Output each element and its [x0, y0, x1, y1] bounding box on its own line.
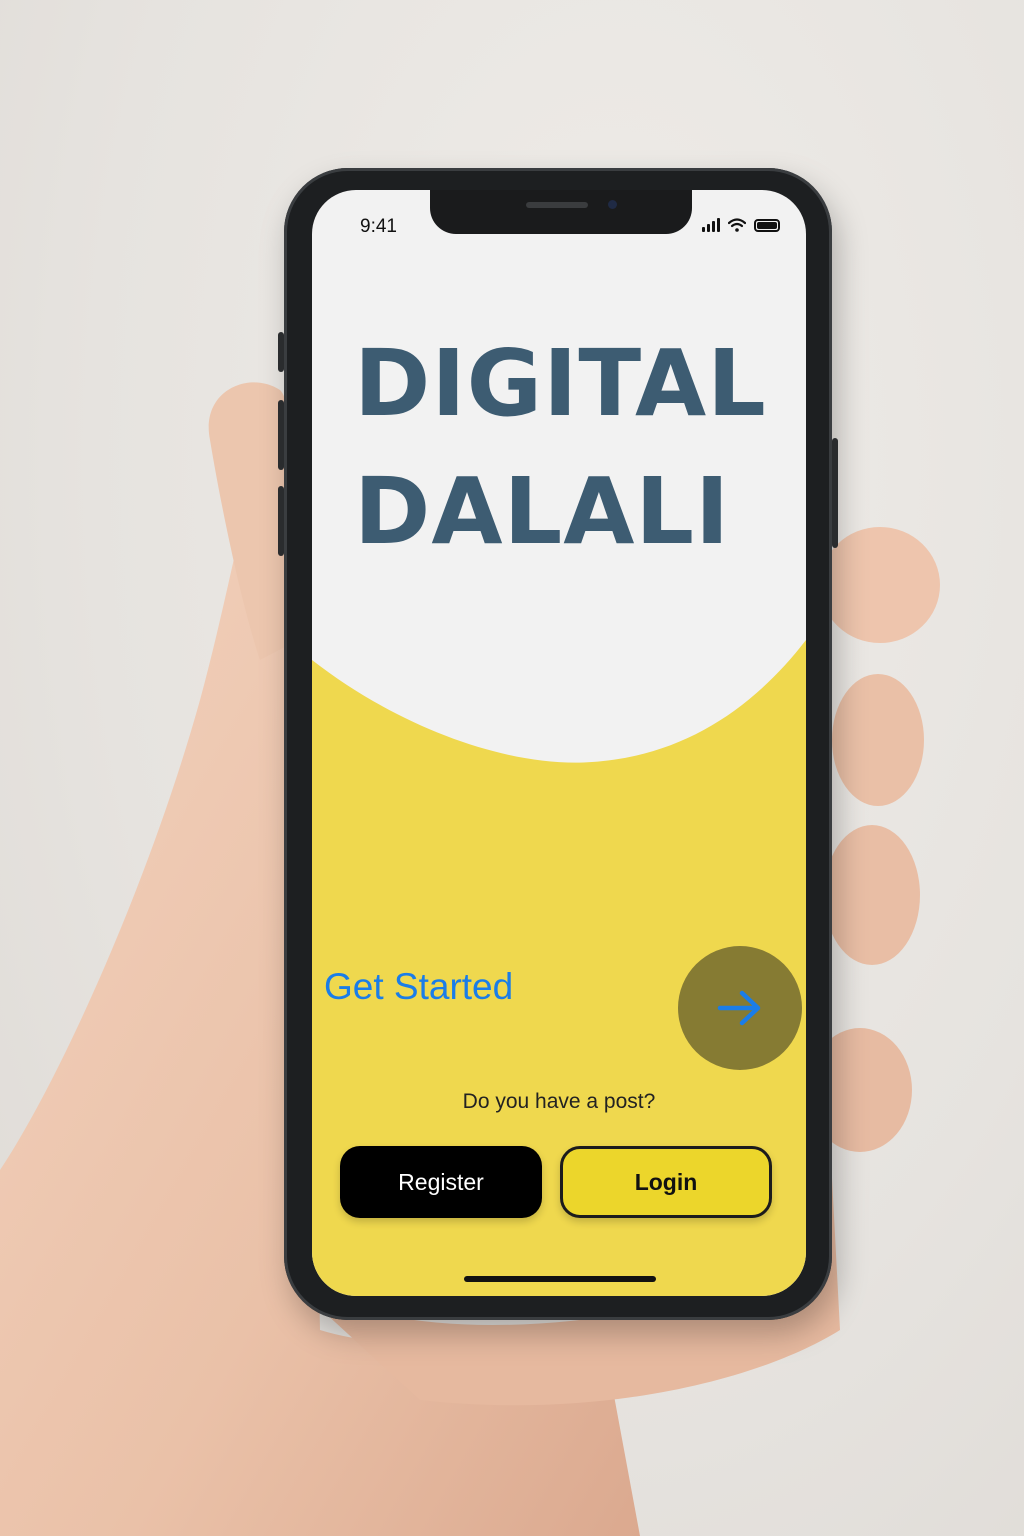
app-title: DIGITAL DALALI — [354, 320, 767, 576]
volume-down-button — [278, 486, 284, 556]
arrow-right-icon — [717, 990, 761, 1026]
volume-up-button — [278, 400, 284, 470]
mute-switch — [278, 332, 284, 372]
post-question-text: Do you have a post? — [462, 1090, 656, 1113]
front-camera — [608, 200, 617, 209]
get-started-link[interactable]: Get Started — [324, 966, 513, 1008]
title-line-2: DALALI — [354, 458, 731, 565]
title-line-1: DIGITAL — [354, 330, 767, 437]
login-button[interactable]: Login — [560, 1146, 772, 1218]
phone-frame: 9:41 DIGITAL DALALI Get Started Do you h… — [278, 168, 838, 1320]
notch — [430, 190, 692, 234]
register-button[interactable]: Register — [340, 1146, 542, 1218]
cellular-signal-icon — [702, 218, 720, 232]
battery-icon — [754, 219, 780, 232]
photo-background: 9:41 DIGITAL DALALI Get Started Do you h… — [0, 0, 1024, 1536]
wifi-icon — [728, 218, 746, 232]
status-icons — [702, 218, 780, 232]
power-button — [832, 438, 838, 548]
earpiece-speaker — [526, 202, 588, 208]
get-started-arrow-button[interactable] — [678, 946, 802, 1070]
home-indicator[interactable] — [464, 1276, 656, 1282]
app-screen: 9:41 DIGITAL DALALI Get Started Do you h… — [312, 190, 806, 1296]
status-time: 9:41 — [360, 216, 397, 237]
